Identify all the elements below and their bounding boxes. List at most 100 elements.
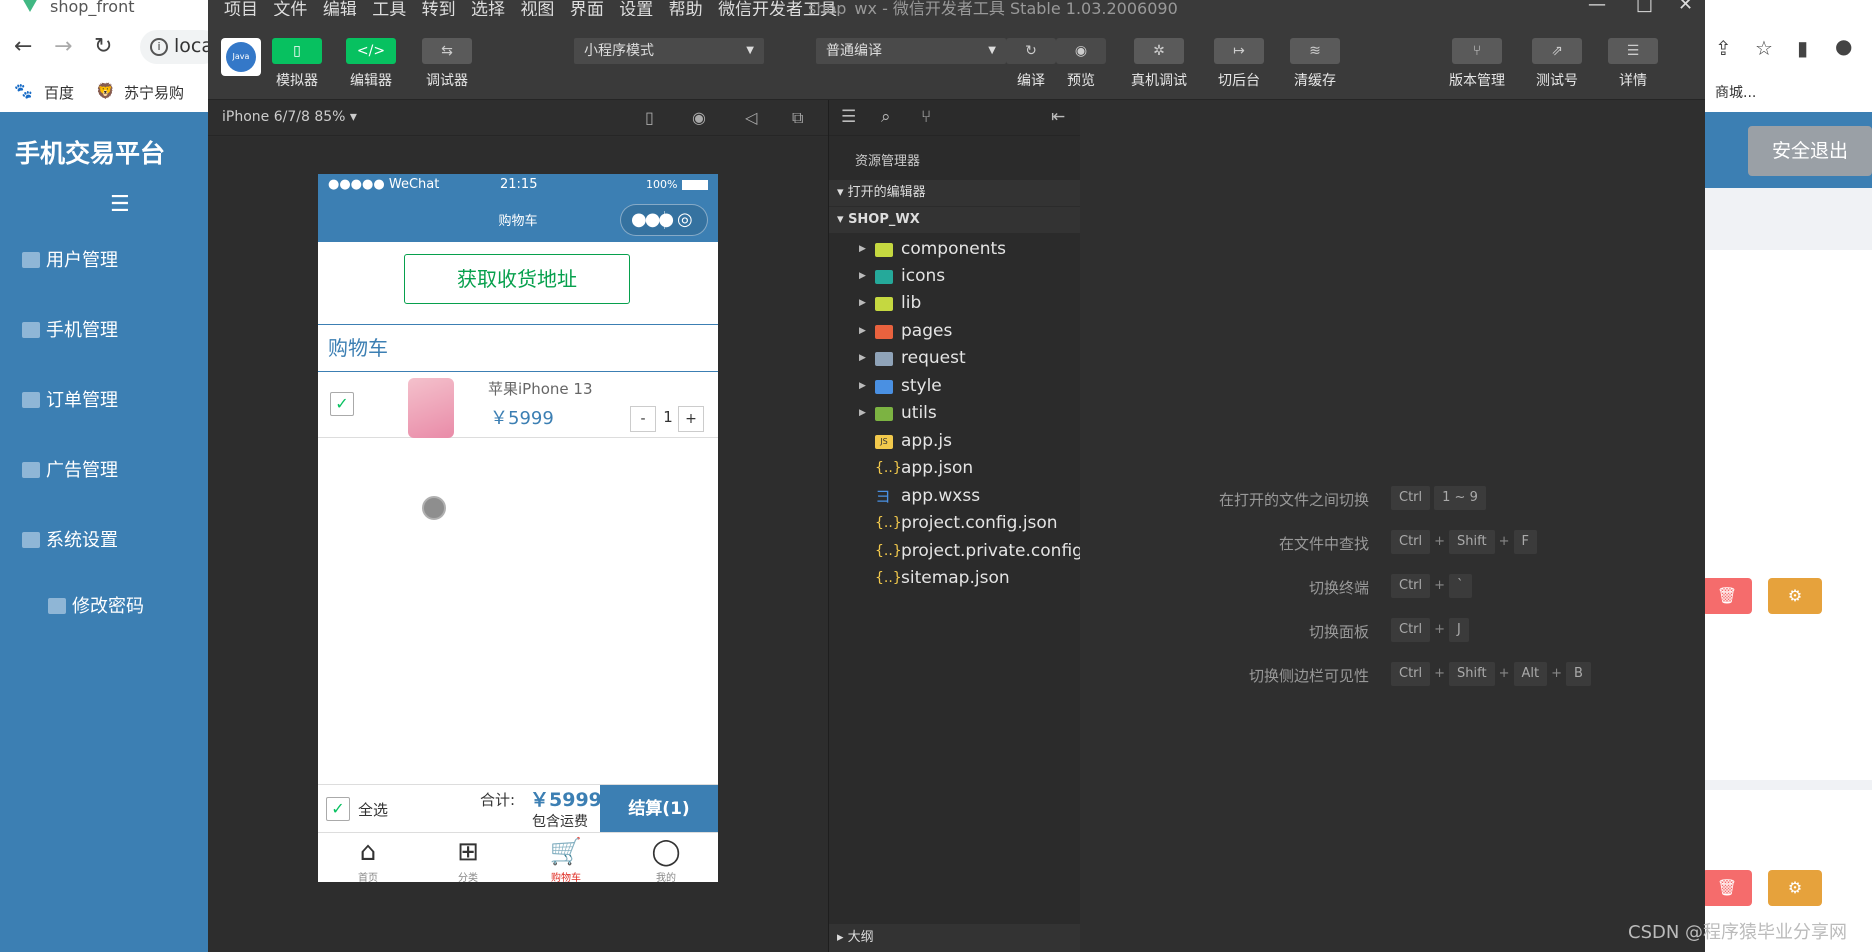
checkout-button[interactable]: 结算(1) <box>600 785 718 833</box>
folder-icon <box>875 243 893 257</box>
mode-select[interactable]: 小程序模式 ▼ <box>574 38 764 64</box>
maximize-icon[interactable]: □ <box>1636 0 1653 15</box>
qty-plus-button[interactable]: + <box>678 406 704 432</box>
menu-help[interactable]: 帮助 <box>669 0 703 16</box>
menu-file[interactable]: 文件 <box>273 0 307 16</box>
compile-select[interactable]: 普通编译 ▼ <box>816 38 1006 64</box>
folder-style[interactable]: ▶ style <box>829 373 1081 400</box>
folder-components[interactable]: ▶ components <box>829 236 1081 263</box>
tab-mine[interactable]: ◯ 我的 <box>636 835 696 882</box>
edit-button[interactable]: ⚙ <box>1768 578 1822 614</box>
file-app-wxss[interactable]: ヨ app.wxss <box>829 483 1081 510</box>
devtools-menubar: 项目 文件 编辑 工具 转到 选择 视图 界面 设置 帮助 微信开发者工具 <box>224 0 847 16</box>
menu-view[interactable]: 视图 <box>520 0 554 16</box>
menu-ads[interactable]: 广告管理 <box>22 456 118 482</box>
detach-icon[interactable]: ⧉ <box>792 108 803 128</box>
menu-phone[interactable]: 手机管理 <box>22 316 118 342</box>
item-checkbox[interactable]: ✓ <box>330 392 354 416</box>
star-icon[interactable]: ☆ <box>1755 36 1773 60</box>
bookmark-suning[interactable]: 苏宁易购 <box>124 82 184 103</box>
volume-icon[interactable]: ◁ <box>745 108 757 127</box>
menu-change-password[interactable]: 修改密码 <box>48 592 144 618</box>
select-all-checkbox[interactable]: ✓ <box>326 797 350 821</box>
file-project-private-config[interactable]: {..} project.private.config... <box>829 538 1081 565</box>
bookmark-shop[interactable]: 商城... <box>1715 82 1756 102</box>
get-address-button[interactable]: 获取收货地址 <box>404 254 630 304</box>
menu-settings[interactable]: 系统设置 <box>22 526 118 552</box>
more-icon[interactable]: ●●● <box>631 209 674 230</box>
qty-minus-button[interactable]: - <box>630 406 656 432</box>
tab-category[interactable]: ⊞ 分类 <box>438 835 498 882</box>
menu-select[interactable]: 选择 <box>471 0 505 16</box>
remote-debug-button[interactable]: ✲ <box>1134 38 1184 64</box>
details-button[interactable]: ☰ <box>1608 38 1658 64</box>
delete-button[interactable]: 🗑 <box>1702 870 1752 906</box>
folder-icons[interactable]: ▶ icons <box>829 263 1081 290</box>
menu-edit[interactable]: 编辑 <box>323 0 357 16</box>
outline-section[interactable]: ▸ 大纲 <box>829 924 1081 952</box>
debugger-toggle[interactable]: ⇆ <box>422 38 472 64</box>
collapse-panel-icon[interactable]: ⇤ <box>1051 107 1065 127</box>
edit-button[interactable]: ⚙ <box>1768 870 1822 906</box>
search-icon[interactable]: ⌕ <box>881 107 891 127</box>
menu-tools[interactable]: 工具 <box>372 0 406 16</box>
simulator-toggle[interactable]: ▯ <box>272 38 322 64</box>
files-icon[interactable]: ☰ <box>841 107 856 127</box>
clear-cache-button[interactable]: ≋ <box>1290 38 1340 64</box>
bookmark-baidu[interactable]: 百度 <box>44 82 74 103</box>
file-project-config[interactable]: {..} project.config.json <box>829 510 1081 537</box>
close-icon[interactable]: ✕ <box>1678 0 1693 15</box>
reload-icon[interactable]: ↻ <box>94 34 112 59</box>
home-icon: ⌂ <box>359 837 377 867</box>
git-branch-icon[interactable]: ⑂ <box>921 107 931 127</box>
sidebar-toggle-icon[interactable]: ▮ <box>1797 36 1808 60</box>
tab-cart[interactable]: 🛒 购物车 <box>536 835 596 882</box>
grid-icon <box>48 598 66 614</box>
browser-tab[interactable]: shop_front <box>0 0 215 20</box>
open-editors-section[interactable]: ▾ 打开的编辑器 <box>829 180 1081 206</box>
compile-button[interactable]: ↻ <box>1006 38 1056 64</box>
minimize-icon[interactable]: — <box>1588 0 1606 15</box>
logout-button[interactable]: 安全退出 <box>1748 126 1872 176</box>
tab-home[interactable]: ⌂ 首页 <box>338 835 398 882</box>
menu-interface[interactable]: 界面 <box>570 0 604 16</box>
version-button[interactable]: ⑂ <box>1452 38 1502 64</box>
list-icon[interactable]: ☰ <box>110 192 130 217</box>
profile-icon[interactable]: ● <box>1835 34 1852 58</box>
shortcut-keys: Ctrl 1 ~ 9 <box>1391 486 1490 510</box>
background-label: 切后台 <box>1218 73 1260 89</box>
project-section[interactable]: ▾ SHOP_WX <box>829 207 1081 233</box>
folder-utils[interactable]: ▶ utils <box>829 400 1081 427</box>
editor-toggle[interactable]: </> <box>346 38 396 64</box>
folder-request[interactable]: ▶ request <box>829 345 1081 372</box>
file-app-json[interactable]: {..} app.json <box>829 455 1081 482</box>
back-icon[interactable]: ← <box>14 34 32 59</box>
menu-settings[interactable]: 设置 <box>619 0 653 16</box>
menu-order[interactable]: 订单管理 <box>22 386 118 412</box>
folder-pages[interactable]: ▶ pages <box>829 318 1081 345</box>
menu-goto[interactable]: 转到 <box>422 0 456 16</box>
forward-icon[interactable]: → <box>54 34 72 59</box>
device-select[interactable]: iPhone 6/7/8 85% ▾ <box>222 109 357 125</box>
preview-button[interactable]: ◉ <box>1056 38 1106 64</box>
menu-project[interactable]: 项目 <box>224 0 258 16</box>
test-account-button[interactable]: ⇗ <box>1532 38 1582 64</box>
debugger-label: 调试器 <box>426 73 468 89</box>
phone-icon[interactable]: ▯ <box>645 108 654 127</box>
chevron-right-icon: ▶ <box>859 326 866 336</box>
file-app-js[interactable]: JS app.js <box>829 428 1081 455</box>
background-button[interactable]: ↦ <box>1214 38 1264 64</box>
file-sitemap[interactable]: {..} sitemap.json <box>829 565 1081 592</box>
close-circle-icon[interactable]: ◎ <box>677 209 693 230</box>
shortcut-label: 在打开的文件之间切换 <box>1218 491 1369 509</box>
json-file-icon: {..} <box>875 460 902 476</box>
delete-button[interactable]: 🗑 <box>1702 578 1752 614</box>
menu-user[interactable]: 用户管理 <box>22 246 118 272</box>
info-icon[interactable]: i <box>150 38 168 56</box>
chevron-right-icon: ▶ <box>859 271 866 281</box>
share-icon[interactable]: ⇪ <box>1715 36 1732 60</box>
avatar[interactable]: Java <box>221 38 261 76</box>
json-file-icon: {..} <box>875 570 902 586</box>
record-icon[interactable]: ◉ <box>692 108 706 127</box>
folder-lib[interactable]: ▶ lib <box>829 290 1081 317</box>
